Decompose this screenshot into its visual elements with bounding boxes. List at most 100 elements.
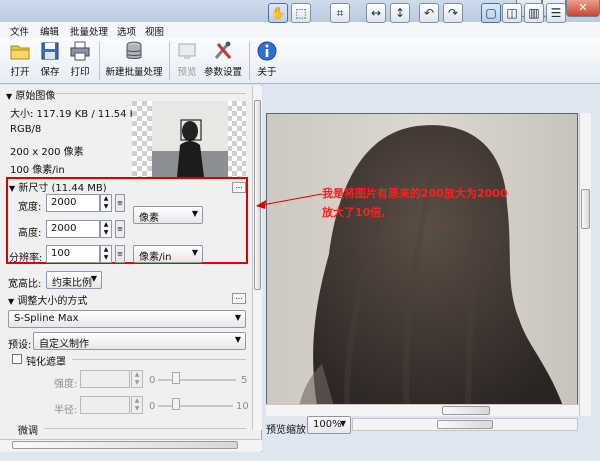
radius-input[interactable] <box>80 396 130 414</box>
side-by-side-button[interactable]: ▥ <box>524 3 544 23</box>
size-unit-value: 像素 <box>139 213 159 224</box>
original-dimensions: 200 x 200 像素 <box>10 147 84 158</box>
annotation-line-2: 放大了10倍, <box>322 206 386 219</box>
preset-select[interactable]: 自定义制作 ▼ <box>33 332 246 350</box>
new-batch-label: 新建批量处理 <box>105 67 163 78</box>
resize-method-value: S-Spline Max <box>14 313 79 324</box>
open-label: 打开 <box>10 67 30 78</box>
settings-scrollbar[interactable] <box>252 86 262 430</box>
floppy-icon <box>41 42 59 60</box>
hand-tool-button[interactable]: ✋ <box>268 3 288 23</box>
preview-button[interactable]: 预览 <box>173 40 201 78</box>
save-button[interactable]: 保存 <box>36 40 64 78</box>
resolution-input[interactable]: 100 <box>46 245 100 263</box>
select-tool-button[interactable]: ⬚ <box>291 3 311 23</box>
size-unit-select[interactable]: 像素 ▼ <box>133 206 203 224</box>
resolution-unit-select[interactable]: 像素/in ▼ <box>133 245 203 263</box>
resize-method-select[interactable]: S-Spline Max ▼ <box>8 310 246 328</box>
hscrollbar-thumb[interactable] <box>12 441 238 449</box>
fine-tune-header[interactable]: 微调 <box>18 422 38 437</box>
divider <box>72 359 246 360</box>
height-label: 高度: <box>18 228 42 239</box>
about-button[interactable]: 关于 <box>253 40 281 78</box>
strength-slider-thumb[interactable] <box>172 372 180 384</box>
close-button[interactable]: ✕ <box>566 0 600 17</box>
preset-label: 预设: <box>8 340 32 351</box>
preview-label: 预览 <box>177 67 197 78</box>
tools-icon <box>214 41 232 59</box>
aspect-select[interactable]: 约束比例 ▼ <box>46 271 102 289</box>
database-icon <box>126 41 142 59</box>
radius-slider[interactable] <box>158 405 233 407</box>
print-label: 打印 <box>70 67 90 78</box>
preview-vscroll-thumb[interactable] <box>581 189 590 229</box>
menu-batch[interactable]: 批量处理 <box>70 24 108 38</box>
zoom-scroll-thumb[interactable] <box>437 420 493 429</box>
flip-horizontal-button[interactable]: ↔ <box>366 3 386 23</box>
radius-spinner[interactable]: ▲ ▼ <box>131 396 143 414</box>
printer-icon <box>70 41 90 61</box>
single-view-icon: ▢ <box>485 6 497 20</box>
crop-tool-button[interactable]: ⌗ <box>330 3 350 23</box>
zoom-select[interactable]: 100% ▼ <box>307 416 351 434</box>
resolution-spinner[interactable]: ▲ ▼ <box>100 245 112 263</box>
width-input[interactable]: 2000 <box>46 194 100 212</box>
about-label: 关于 <box>257 67 277 78</box>
strength-input[interactable] <box>80 370 130 388</box>
folder-icon <box>10 45 30 60</box>
menu-bar: 文件 编辑 批量处理 选项 视图 <box>0 22 600 38</box>
original-thumbnail[interactable] <box>132 101 246 177</box>
side-by-side-icon: ▥ <box>528 6 540 20</box>
preview-hscrollbar[interactable] <box>266 404 579 416</box>
split-view-button[interactable]: ◫ <box>502 3 522 23</box>
original-header[interactable]: ▼ 原始图像 <box>6 87 55 102</box>
menu-file[interactable]: 文件 <box>10 24 29 38</box>
strength-slider[interactable] <box>158 379 236 381</box>
zoom-scrollbar[interactable] <box>352 418 578 431</box>
single-view-button[interactable]: ▢ <box>481 3 501 23</box>
divider <box>56 93 246 94</box>
menu-view[interactable]: 视图 <box>145 24 164 38</box>
strength-label: 强度: <box>54 379 78 390</box>
menu-edit[interactable]: 编辑 <box>40 24 59 38</box>
radius-label: 半径: <box>54 405 78 416</box>
rotate-right-button[interactable]: ↷ <box>443 3 463 23</box>
resize-method-header[interactable]: ▼ 调整大小的方式 <box>8 292 87 307</box>
width-label: 宽度: <box>18 202 42 213</box>
new-batch-button[interactable]: 新建批量处理 <box>103 40 165 78</box>
resolution-label: 分辨率: <box>9 253 43 264</box>
rotate-left-button[interactable]: ↶ <box>419 3 439 23</box>
preview-vscrollbar[interactable] <box>579 113 591 416</box>
original-resolution: 100 像素/in <box>10 165 65 176</box>
height-spinner[interactable]: ▲ ▼ <box>100 220 112 238</box>
strength-spinner[interactable]: ▲ ▼ <box>131 370 143 388</box>
resize-more-button[interactable]: ... <box>232 293 246 304</box>
height-lock-toggle[interactable]: ≡ <box>115 220 125 238</box>
stacked-view-button[interactable]: ☰ <box>546 3 566 23</box>
zoom-label: 预览缩放: <box>266 425 310 436</box>
resolution-lock-toggle[interactable]: ≡ <box>115 245 125 263</box>
original-mode: RGB/8 <box>10 124 42 135</box>
print-button[interactable]: 打印 <box>66 40 94 78</box>
width-spinner[interactable]: ▲ ▼ <box>100 194 112 212</box>
preview-icon <box>178 43 196 59</box>
annotation-line-1: 我是将图片有原来的200放大为2000 <box>322 187 508 200</box>
sharpen-checkbox[interactable] <box>12 354 22 364</box>
radius-max: 10 <box>236 401 249 412</box>
original-header-label: 原始图像 <box>15 91 56 102</box>
params-button[interactable]: 参数设置 <box>203 40 243 78</box>
preview-hscroll-thumb[interactable] <box>442 406 490 415</box>
sharpen-label: 钝化遮罩 <box>26 357 66 368</box>
preview-canvas[interactable] <box>266 113 578 416</box>
height-input[interactable]: 2000 <box>46 220 100 238</box>
menu-options[interactable]: 选项 <box>117 24 136 38</box>
horizontal-arrows-icon: ↔ <box>370 6 382 20</box>
settings-hscrollbar[interactable] <box>0 439 262 451</box>
annotation-arrow <box>256 193 323 209</box>
flip-vertical-button[interactable]: ↕ <box>390 3 410 23</box>
radius-slider-thumb[interactable] <box>172 398 180 410</box>
save-label: 保存 <box>40 67 60 78</box>
crop-icon: ⌗ <box>336 6 344 20</box>
open-button[interactable]: 打开 <box>6 40 34 78</box>
width-lock-toggle[interactable]: ≡ <box>115 194 125 212</box>
